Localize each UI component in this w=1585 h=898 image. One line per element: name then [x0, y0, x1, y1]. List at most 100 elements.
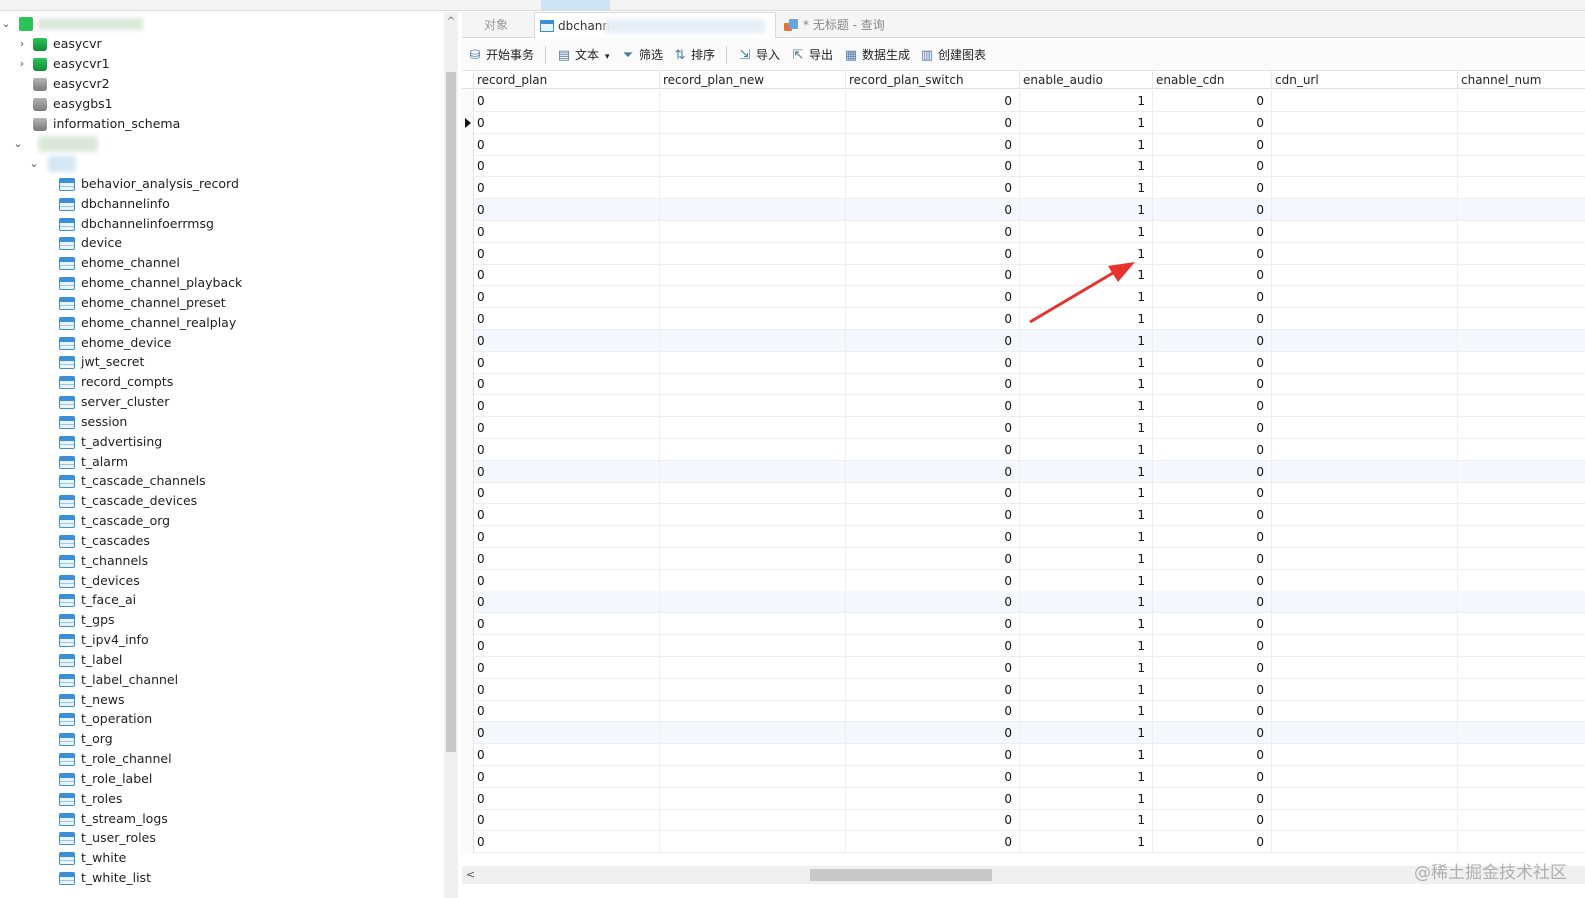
table-row[interactable]: 0010 — [462, 765, 1585, 788]
cell-record-plan-switch[interactable]: 0 — [846, 417, 1020, 439]
cell-channel-num[interactable] — [1458, 264, 1585, 286]
table-node[interactable]: t_operation — [58, 709, 318, 729]
cell-enable-audio[interactable]: 1 — [1020, 722, 1153, 745]
cell-record-plan-switch[interactable]: 0 — [846, 700, 1020, 723]
row-selector[interactable] — [462, 133, 474, 156]
cell-enable-audio[interactable]: 1 — [1020, 395, 1153, 418]
cell-record-plan-switch[interactable]: 0 — [846, 395, 1020, 418]
cell-enable-cdn[interactable]: 0 — [1153, 765, 1272, 788]
scroll-left-icon[interactable]: < — [466, 866, 475, 884]
column-header-record-plan-switch[interactable]: record_plan_switch — [846, 71, 1020, 89]
table-node[interactable]: t_stream_logs — [58, 809, 318, 829]
cell-enable-audio[interactable]: 1 — [1020, 351, 1153, 374]
cell-record-plan-switch[interactable]: 0 — [846, 351, 1020, 374]
cell-cdn-url[interactable] — [1272, 722, 1458, 745]
cell-record-plan-new[interactable] — [660, 831, 846, 854]
cell-record-plan-new[interactable] — [660, 199, 846, 221]
row-selector[interactable] — [462, 286, 474, 309]
row-selector[interactable] — [462, 591, 474, 614]
cell-cdn-url[interactable] — [1272, 90, 1458, 112]
cell-enable-audio[interactable]: 1 — [1020, 656, 1153, 679]
table-row[interactable]: 0010 — [462, 417, 1585, 439]
row-selector[interactable] — [462, 504, 474, 527]
chevron-down-icon[interactable]: ⌄ — [28, 154, 40, 174]
cell-record-plan[interactable]: 0 — [474, 90, 660, 112]
cell-enable-cdn[interactable]: 0 — [1153, 177, 1272, 200]
cell-record-plan-switch[interactable]: 0 — [846, 155, 1020, 178]
tab-untitled-query[interactable]: * 无标题 - 查询 — [780, 12, 960, 38]
row-selector[interactable] — [462, 744, 474, 766]
cell-enable-cdn[interactable]: 0 — [1153, 700, 1272, 723]
cell-record-plan-new[interactable] — [660, 460, 846, 483]
cell-cdn-url[interactable] — [1272, 133, 1458, 156]
table-row[interactable]: 0010 — [462, 177, 1585, 200]
table-node[interactable]: t_channels — [58, 551, 318, 571]
column-header-enable-cdn[interactable]: enable_cdn — [1153, 71, 1272, 89]
row-selector[interactable] — [462, 765, 474, 788]
tree-scrollbar-thumb[interactable] — [446, 72, 456, 752]
cell-enable-audio[interactable]: 1 — [1020, 482, 1153, 505]
import-button[interactable]: ⇲ 导入 — [737, 45, 780, 65]
table-row[interactable]: 0010 — [462, 809, 1585, 832]
cell-enable-cdn[interactable]: 0 — [1153, 438, 1272, 461]
table-node[interactable]: jwt_secret — [58, 352, 318, 372]
cell-record-plan[interactable]: 0 — [474, 177, 660, 200]
cell-cdn-url[interactable] — [1272, 417, 1458, 439]
cell-enable-audio[interactable]: 1 — [1020, 199, 1153, 221]
table-node[interactable]: t_cascade_channels — [58, 471, 318, 491]
table-row[interactable]: 0010 — [462, 744, 1585, 766]
cell-record-plan[interactable]: 0 — [474, 787, 660, 810]
cell-record-plan[interactable]: 0 — [474, 504, 660, 527]
table-node[interactable]: t_news — [58, 690, 318, 710]
table-node[interactable]: ehome_device — [58, 333, 318, 353]
data-generation-button[interactable]: ▦ 数据生成 — [843, 45, 910, 65]
cell-enable-cdn[interactable]: 0 — [1153, 504, 1272, 527]
cell-record-plan-switch[interactable]: 0 — [846, 308, 1020, 330]
table-node[interactable]: ehome_channel_preset — [58, 293, 318, 313]
row-selector[interactable] — [462, 700, 474, 723]
table-row[interactable]: 0010 — [462, 111, 1585, 134]
table-row[interactable]: 0010 — [462, 242, 1585, 265]
cell-record-plan-new[interactable] — [660, 744, 846, 766]
cell-record-plan[interactable]: 0 — [474, 722, 660, 745]
table-node[interactable]: t_ipv4_info — [58, 630, 318, 650]
cell-channel-num[interactable] — [1458, 744, 1585, 766]
cell-enable-audio[interactable]: 1 — [1020, 177, 1153, 200]
cell-record-plan-switch[interactable]: 0 — [846, 286, 1020, 309]
row-selector[interactable] — [462, 90, 474, 112]
cell-enable-cdn[interactable]: 0 — [1153, 133, 1272, 156]
text-view-button[interactable]: ▤ 文本 ▾ — [556, 45, 610, 65]
row-selector[interactable] — [462, 373, 474, 396]
cell-channel-num[interactable] — [1458, 90, 1585, 112]
column-header-record-plan[interactable]: record_plan — [474, 71, 660, 89]
database-node[interactable]: › easycvr — [12, 34, 252, 54]
cell-record-plan-new[interactable] — [660, 482, 846, 505]
cell-enable-cdn[interactable]: 0 — [1153, 395, 1272, 418]
cell-record-plan[interactable]: 0 — [474, 417, 660, 439]
cell-enable-audio[interactable]: 1 — [1020, 809, 1153, 832]
cell-channel-num[interactable] — [1458, 330, 1585, 352]
cell-record-plan-new[interactable] — [660, 635, 846, 657]
table-node[interactable]: ehome_channel_realplay — [58, 313, 318, 333]
cell-cdn-url[interactable] — [1272, 199, 1458, 221]
database-node[interactable]: › easycvr1 — [12, 54, 252, 74]
cell-enable-audio[interactable]: 1 — [1020, 460, 1153, 483]
cell-record-plan-switch[interactable]: 0 — [846, 199, 1020, 221]
sort-button[interactable]: ⇅ 排序 — [672, 45, 715, 65]
database-node[interactable]: easycvr2 — [12, 74, 252, 94]
cell-record-plan-new[interactable] — [660, 809, 846, 832]
table-node[interactable]: t_org — [58, 729, 318, 749]
cell-enable-cdn[interactable]: 0 — [1153, 329, 1272, 352]
cell-enable-cdn[interactable]: 0 — [1153, 613, 1272, 636]
cell-record-plan[interactable]: 0 — [474, 460, 660, 483]
cell-record-plan-switch[interactable]: 0 — [846, 460, 1020, 483]
cell-enable-audio[interactable]: 1 — [1020, 504, 1153, 527]
row-selector[interactable] — [462, 155, 474, 178]
cell-record-plan-switch[interactable]: 0 — [846, 220, 1020, 243]
cell-record-plan-new[interactable] — [660, 591, 846, 614]
table-node[interactable]: t_label — [58, 650, 318, 670]
cell-enable-audio[interactable]: 1 — [1020, 831, 1153, 854]
cell-enable-audio[interactable]: 1 — [1020, 155, 1153, 178]
cell-enable-cdn[interactable]: 0 — [1153, 526, 1272, 548]
cell-cdn-url[interactable] — [1272, 308, 1458, 330]
